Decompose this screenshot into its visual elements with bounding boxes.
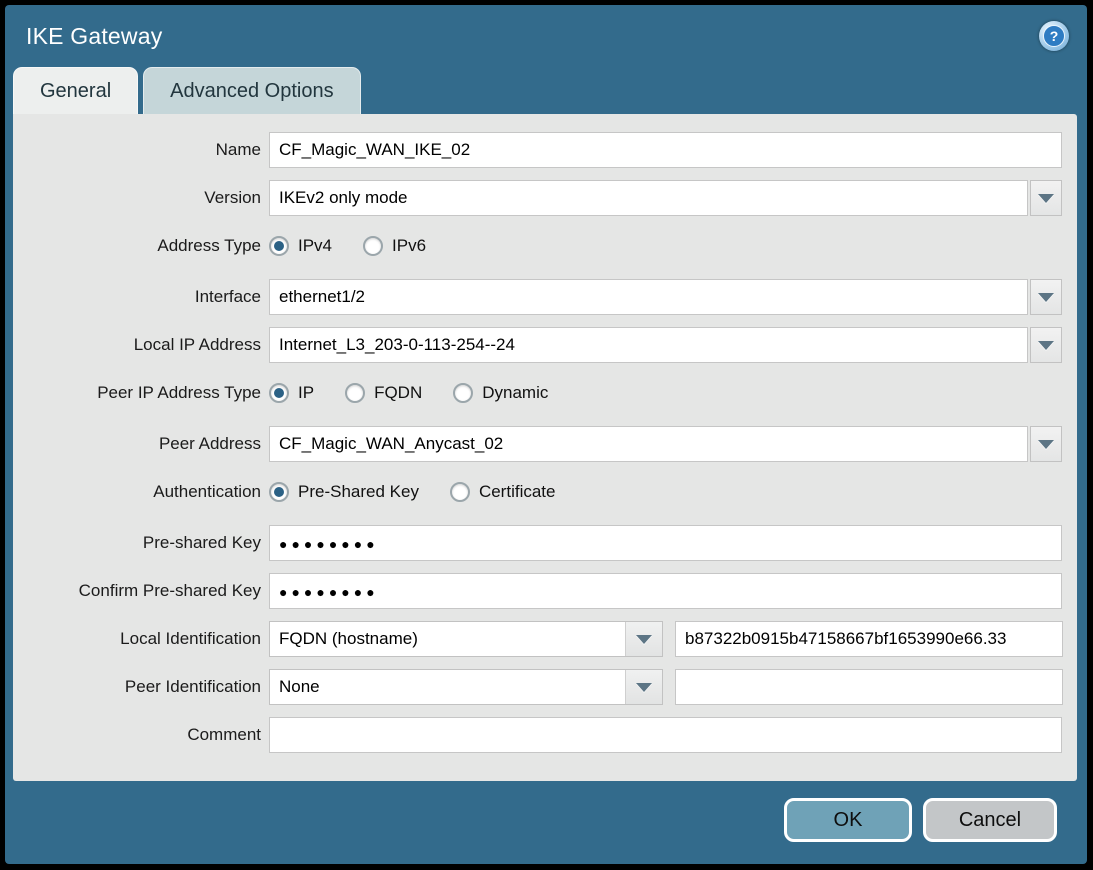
confirm-pre-shared-key-label: Confirm Pre-shared Key	[13, 581, 261, 601]
interface-row: Interface ethernet1/2	[13, 279, 1062, 315]
comment-row: Comment	[13, 717, 1062, 753]
radio-fqdn-label: FQDN	[374, 383, 422, 403]
radio-ipv6-label: IPv6	[392, 236, 426, 256]
dialog-footer: OK Cancel	[5, 781, 1087, 864]
peer-address-row: Peer Address CF_Magic_WAN_Anycast_02	[13, 426, 1062, 462]
comment-label: Comment	[13, 725, 261, 745]
radio-certificate[interactable]: Certificate	[450, 482, 556, 502]
local-identification-label: Local Identification	[13, 629, 261, 649]
radio-ip[interactable]: IP	[269, 383, 314, 403]
tab-general[interactable]: General	[13, 67, 138, 114]
radio-pre-shared-key-label: Pre-Shared Key	[298, 482, 419, 502]
radio-dynamic-label: Dynamic	[482, 383, 548, 403]
pre-shared-key-input[interactable]: ●●●●●●●●	[269, 525, 1062, 561]
peer-identification-type-value: None	[270, 670, 625, 704]
radio-pre-shared-key[interactable]: Pre-Shared Key	[269, 482, 419, 502]
cancel-button[interactable]: Cancel	[923, 798, 1057, 842]
interface-label: Interface	[13, 287, 261, 307]
radio-ipv6[interactable]: IPv6	[363, 236, 426, 256]
peer-identification-dropdown-button[interactable]	[625, 670, 662, 704]
chevron-down-icon	[1038, 341, 1054, 350]
radio-ip-icon[interactable]	[269, 383, 289, 403]
peer-ip-address-type-radio-group: IP FQDN Dynamic	[269, 383, 579, 403]
chevron-down-icon	[1038, 293, 1054, 302]
radio-ipv4-icon[interactable]	[269, 236, 289, 256]
radio-dynamic-icon[interactable]	[453, 383, 473, 403]
peer-identification-row: Peer Identification None	[13, 669, 1062, 705]
interface-dropdown-button[interactable]	[1030, 279, 1062, 315]
local-ip-address-input[interactable]: Internet_L3_203-0-113-254--24	[269, 327, 1028, 363]
local-ip-address-dropdown-button[interactable]	[1030, 327, 1062, 363]
peer-address-label: Peer Address	[13, 434, 261, 454]
local-identification-type-select[interactable]: FQDN (hostname)	[269, 621, 663, 657]
local-ip-address-row: Local IP Address Internet_L3_203-0-113-2…	[13, 327, 1062, 363]
radio-fqdn-icon[interactable]	[345, 383, 365, 403]
authentication-label: Authentication	[13, 482, 261, 502]
name-input[interactable]: CF_Magic_WAN_IKE_02	[269, 132, 1062, 168]
dialog-title: IKE Gateway	[26, 23, 162, 50]
version-input[interactable]: IKEv2 only mode	[269, 180, 1028, 216]
chevron-down-icon	[1038, 440, 1054, 449]
version-label: Version	[13, 188, 261, 208]
peer-identification-input[interactable]	[675, 669, 1063, 705]
radio-ipv4[interactable]: IPv4	[269, 236, 332, 256]
confirm-pre-shared-key-input[interactable]: ●●●●●●●●	[269, 573, 1062, 609]
tab-advanced-options-label: Advanced Options	[170, 80, 333, 103]
local-identification-type-value: FQDN (hostname)	[270, 622, 625, 656]
address-type-label: Address Type	[13, 236, 261, 256]
radio-certificate-label: Certificate	[479, 482, 556, 502]
address-type-radio-group: IPv4 IPv6	[269, 236, 457, 256]
radio-pre-shared-key-icon[interactable]	[269, 482, 289, 502]
chevron-down-icon	[636, 635, 652, 644]
name-label: Name	[13, 140, 261, 160]
radio-fqdn[interactable]: FQDN	[345, 383, 422, 403]
tab-general-label: General	[40, 80, 111, 103]
ike-gateway-dialog: IKE Gateway ? General Advanced Options N…	[5, 5, 1087, 864]
radio-dynamic[interactable]: Dynamic	[453, 383, 548, 403]
peer-address-input[interactable]: CF_Magic_WAN_Anycast_02	[269, 426, 1028, 462]
pre-shared-key-label: Pre-shared Key	[13, 533, 261, 553]
address-type-row: Address Type IPv4 IPv6	[13, 228, 1062, 264]
authentication-row: Authentication Pre-Shared Key Certificat…	[13, 474, 1062, 510]
radio-ipv6-icon[interactable]	[363, 236, 383, 256]
ok-button[interactable]: OK	[784, 798, 912, 842]
radio-ip-label: IP	[298, 383, 314, 403]
tab-bar: General Advanced Options	[5, 67, 1087, 114]
peer-ip-address-type-label: Peer IP Address Type	[13, 383, 261, 403]
local-ip-address-label: Local IP Address	[13, 335, 261, 355]
name-row: Name CF_Magic_WAN_IKE_02	[13, 132, 1062, 168]
radio-ipv4-label: IPv4	[298, 236, 332, 256]
comment-input[interactable]	[269, 717, 1062, 753]
peer-identification-type-select[interactable]: None	[269, 669, 663, 705]
peer-address-dropdown-button[interactable]	[1030, 426, 1062, 462]
local-identification-row: Local Identification FQDN (hostname) b87…	[13, 621, 1062, 657]
version-dropdown-button[interactable]	[1030, 180, 1062, 216]
general-tab-panel: Name CF_Magic_WAN_IKE_02 Version IKEv2 o…	[13, 114, 1077, 781]
peer-identification-label: Peer Identification	[13, 677, 261, 697]
interface-input[interactable]: ethernet1/2	[269, 279, 1028, 315]
tab-advanced-options[interactable]: Advanced Options	[143, 67, 360, 114]
local-identification-input[interactable]: b87322b0915b47158667bf1653990e66.33	[675, 621, 1063, 657]
local-identification-dropdown-button[interactable]	[625, 622, 662, 656]
authentication-radio-group: Pre-Shared Key Certificate	[269, 482, 586, 502]
chevron-down-icon	[1038, 194, 1054, 203]
chevron-down-icon	[636, 683, 652, 692]
help-icon[interactable]: ?	[1039, 21, 1069, 51]
pre-shared-key-row: Pre-shared Key ●●●●●●●●	[13, 525, 1062, 561]
question-mark-icon: ?	[1043, 25, 1065, 47]
version-row: Version IKEv2 only mode	[13, 180, 1062, 216]
title-bar: IKE Gateway ?	[5, 5, 1087, 67]
radio-certificate-icon[interactable]	[450, 482, 470, 502]
peer-ip-address-type-row: Peer IP Address Type IP FQDN Dynamic	[13, 375, 1062, 411]
confirm-pre-shared-key-row: Confirm Pre-shared Key ●●●●●●●●	[13, 573, 1062, 609]
